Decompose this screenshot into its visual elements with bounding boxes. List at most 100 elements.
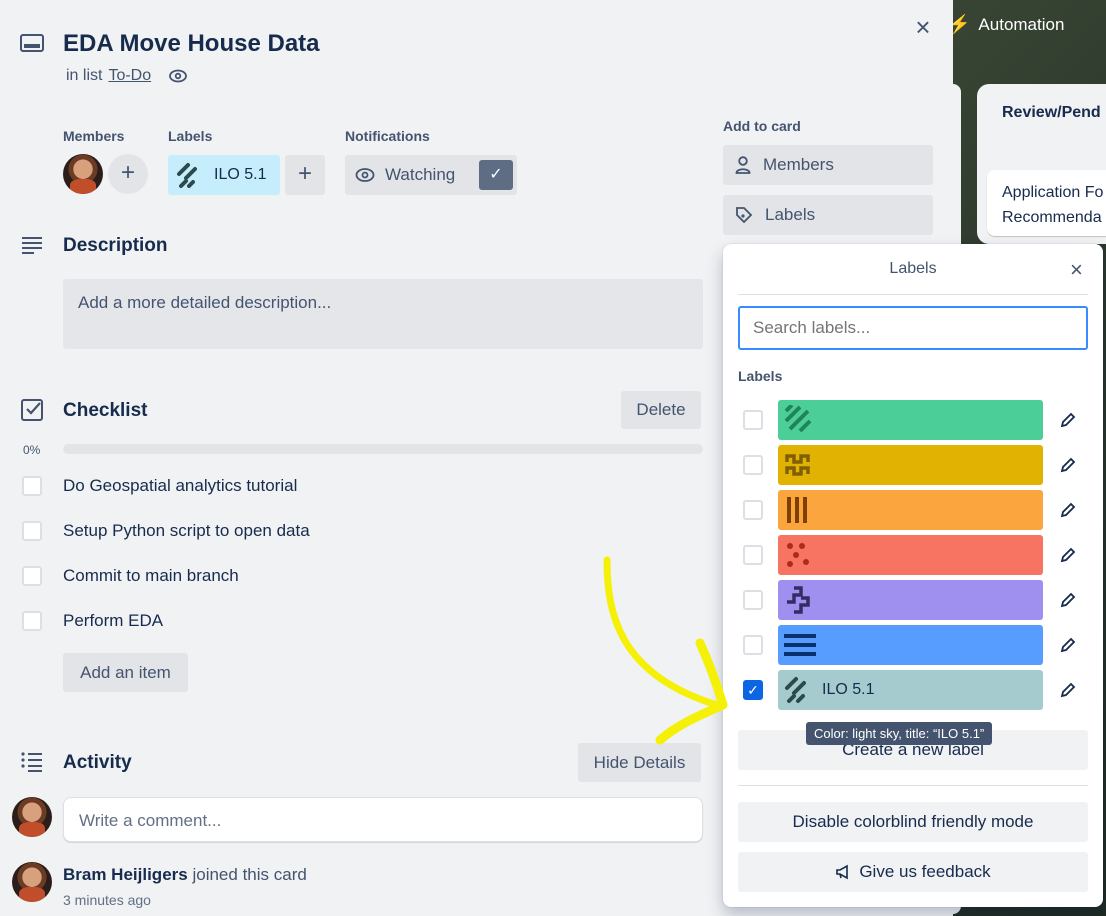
- labels-subheading: Labels: [738, 368, 783, 384]
- close-icon[interactable]: ×: [910, 14, 936, 40]
- board-list-review[interactable]: Review/Pend Application Fo Recommenda: [977, 84, 1106, 244]
- board-list-title: Review/Pend: [1002, 104, 1101, 121]
- labels-heading: Labels: [168, 128, 213, 144]
- checklist-item-text[interactable]: Do Geospatial analytics tutorial: [63, 476, 297, 496]
- pencil-icon[interactable]: [1058, 410, 1078, 430]
- slash-pattern-icon: [177, 163, 197, 188]
- pencil-icon[interactable]: [1058, 500, 1078, 520]
- label-checkbox-checked[interactable]: ✓: [743, 680, 763, 700]
- add-member-button[interactable]: +: [108, 154, 148, 194]
- horizontal-pattern-icon: [784, 634, 816, 656]
- checklist-item[interactable]: Do Geospatial analytics tutorial: [22, 471, 297, 501]
- activity-entry: Bram Heijligers joined this card: [63, 865, 307, 885]
- members-button[interactable]: Members: [723, 145, 933, 185]
- label-checkbox[interactable]: [743, 545, 763, 565]
- label-checkbox[interactable]: [743, 590, 763, 610]
- label-row[interactable]: [738, 490, 1088, 530]
- activity-icon: [21, 752, 42, 772]
- board-card[interactable]: Application Fo Recommenda: [987, 170, 1106, 236]
- checklist-item-text[interactable]: Commit to main branch: [63, 566, 239, 586]
- hide-details-button[interactable]: Hide Details: [578, 743, 701, 782]
- in-list-prefix: in list: [66, 67, 103, 84]
- pencil-icon[interactable]: [1058, 680, 1078, 700]
- applied-label-chip[interactable]: ILO 5.1: [168, 155, 280, 195]
- label-color-bar[interactable]: [778, 625, 1043, 665]
- colorblind-toggle-button[interactable]: Disable colorblind friendly mode: [738, 802, 1088, 842]
- description-editor[interactable]: Add a more detailed description...: [63, 279, 703, 349]
- label-color-bar[interactable]: [778, 580, 1043, 620]
- popover-title: Labels: [889, 260, 937, 277]
- colorblind-toggle-text: Disable colorblind friendly mode: [792, 812, 1034, 831]
- label-row[interactable]: [738, 535, 1088, 575]
- label-checkbox[interactable]: [743, 455, 763, 475]
- activity-action: joined this card: [192, 865, 307, 884]
- checklist-item[interactable]: Perform EDA: [22, 606, 163, 636]
- automation-label: Automation: [978, 14, 1065, 34]
- notifications-heading: Notifications: [345, 128, 430, 144]
- person-icon: [735, 156, 751, 174]
- divider: [738, 785, 1088, 786]
- watch-label: Watching: [385, 165, 456, 184]
- add-label-button[interactable]: +: [285, 155, 325, 195]
- label-row[interactable]: ✓ ILO 5.1: [738, 670, 1088, 710]
- list-link[interactable]: To-Do: [108, 67, 151, 85]
- label-color-bar[interactable]: ILO 5.1: [778, 670, 1043, 710]
- checklist-item-checkbox[interactable]: [22, 521, 42, 541]
- wave-pattern-icon: [785, 454, 810, 476]
- checklist-item-checkbox[interactable]: [22, 611, 42, 631]
- close-icon[interactable]: ×: [1070, 257, 1083, 283]
- slash-pattern-icon: [785, 677, 806, 703]
- add-checklist-item-button[interactable]: Add an item: [63, 653, 188, 692]
- diagonal-pattern-icon: [784, 405, 812, 433]
- label-checkbox[interactable]: [743, 635, 763, 655]
- pencil-icon[interactable]: [1058, 635, 1078, 655]
- checklist-item[interactable]: Setup Python script to open data: [22, 516, 310, 546]
- feedback-button[interactable]: Give us feedback: [738, 852, 1088, 892]
- card-title[interactable]: EDA Move House Data: [63, 30, 320, 58]
- label-row[interactable]: [738, 580, 1088, 620]
- card-list-info: in list To-Do: [66, 67, 188, 85]
- automation-button[interactable]: ⚡ Automation: [948, 14, 1064, 35]
- add-to-card-heading: Add to card: [723, 118, 801, 134]
- label-row[interactable]: [738, 445, 1088, 485]
- comment-input[interactable]: Write a comment...: [63, 797, 703, 842]
- tag-icon: [736, 207, 753, 224]
- vertical-pattern-icon: [787, 497, 807, 523]
- label-checkbox[interactable]: [743, 500, 763, 520]
- label-color-bar[interactable]: [778, 445, 1043, 485]
- board-card-line: Recommenda: [1002, 209, 1102, 226]
- applied-label-text: ILO 5.1: [214, 166, 267, 183]
- checklist-item[interactable]: Commit to main branch: [22, 561, 239, 591]
- divider: [738, 294, 1088, 295]
- board-card-line: Application Fo: [1002, 184, 1104, 201]
- label-row[interactable]: [738, 400, 1088, 440]
- pencil-icon[interactable]: [1058, 455, 1078, 475]
- label-checkbox[interactable]: [743, 410, 763, 430]
- label-color-bar[interactable]: [778, 490, 1043, 530]
- search-labels-input[interactable]: [738, 306, 1088, 350]
- watch-button[interactable]: Watching ✓: [345, 155, 517, 195]
- member-avatar[interactable]: [63, 154, 103, 194]
- labels-button[interactable]: Labels: [723, 195, 933, 235]
- zigzag-pattern-icon: [787, 586, 810, 614]
- label-title: ILO 5.1: [822, 681, 875, 698]
- description-title: Description: [63, 235, 168, 256]
- label-color-bar[interactable]: [778, 535, 1043, 575]
- activity-timestamp[interactable]: 3 minutes ago: [63, 892, 151, 908]
- eye-icon: [355, 168, 375, 182]
- dots-pattern-icon: [787, 543, 809, 567]
- checklist-progress-bar: [63, 444, 703, 454]
- activity-user[interactable]: Bram Heijligers: [63, 865, 188, 884]
- checklist-item-text[interactable]: Setup Python script to open data: [63, 521, 310, 541]
- label-tooltip: Color: light sky, title: “ILO 5.1”: [806, 722, 993, 745]
- labels-button-label: Labels: [765, 205, 816, 224]
- checklist-item-checkbox[interactable]: [22, 566, 42, 586]
- pencil-icon[interactable]: [1058, 590, 1078, 610]
- activity-avatar[interactable]: [12, 862, 52, 902]
- label-row[interactable]: [738, 625, 1088, 665]
- checklist-item-text[interactable]: Perform EDA: [63, 611, 163, 631]
- label-color-bar[interactable]: [778, 400, 1043, 440]
- checklist-item-checkbox[interactable]: [22, 476, 42, 496]
- delete-checklist-button[interactable]: Delete: [621, 391, 701, 429]
- pencil-icon[interactable]: [1058, 545, 1078, 565]
